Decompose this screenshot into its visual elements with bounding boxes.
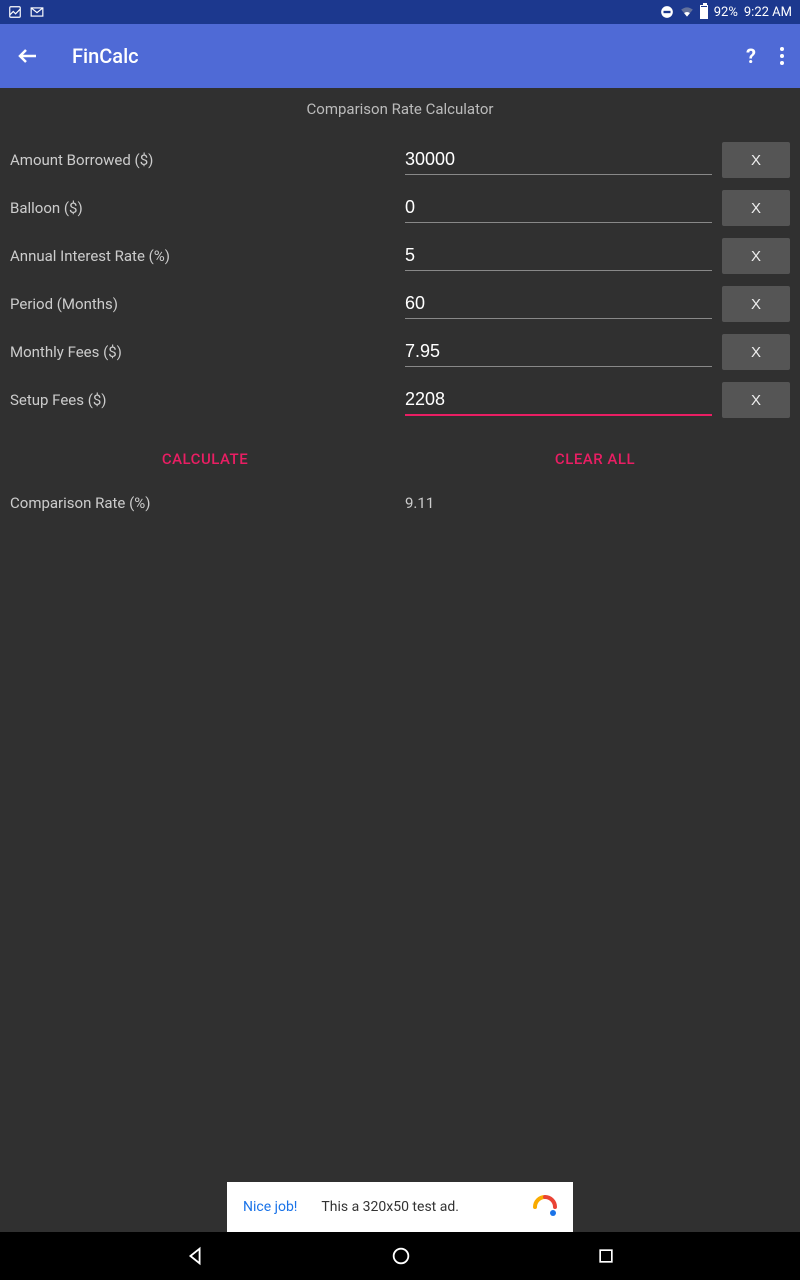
status-left [8,5,44,19]
app-title: FinCalc [72,44,746,68]
field-input[interactable] [405,337,712,367]
form-row: Annual Interest Rate (%) X [10,232,790,280]
navigation-bar [0,1232,800,1280]
ad-banner[interactable]: Nice job! This a 320x50 test ad. [227,1182,573,1232]
form-row: Balloon ($) X [10,184,790,232]
nav-recent-button[interactable] [596,1246,616,1266]
field-input[interactable] [405,385,712,416]
field-clear-button[interactable]: X [722,382,790,418]
field-clear-button[interactable]: X [722,286,790,322]
calculate-button[interactable]: CALCULATE [10,442,400,476]
action-row: CALCULATE CLEAR ALL [10,442,790,476]
field-input[interactable] [405,289,712,319]
field-label: Monthly Fees ($) [10,343,405,361]
field-input[interactable] [405,193,712,223]
dnd-icon [660,5,674,19]
help-button[interactable]: ? [746,44,756,68]
form-row: Monthly Fees ($) X [10,328,790,376]
field-clear-button[interactable]: X [722,190,790,226]
ad-headline: Nice job! [243,1199,297,1215]
clock: 9:22 AM [744,5,792,20]
field-label: Balloon ($) [10,199,405,217]
battery-icon [700,5,708,19]
overflow-menu-button[interactable] [780,47,784,65]
nav-home-button[interactable] [390,1245,412,1267]
nav-back-button[interactable] [184,1245,206,1267]
wifi-icon [680,5,694,19]
field-label: Annual Interest Rate (%) [10,247,405,265]
status-right: 92% 9:22 AM [660,5,792,20]
field-label: Setup Fees ($) [10,391,405,409]
page-title: Comparison Rate Calculator [10,100,790,118]
status-bar: 92% 9:22 AM [0,0,800,24]
battery-percent: 92% [714,5,738,20]
screenshot-icon [8,5,22,19]
field-input[interactable] [405,241,712,271]
app-bar: FinCalc ? [0,24,800,88]
result-value: 9.11 [405,494,434,512]
field-clear-button[interactable]: X [722,142,790,178]
content: Comparison Rate Calculator Amount Borrow… [0,88,800,524]
back-button[interactable] [16,44,40,68]
result-row: Comparison Rate (%) 9.11 [10,494,790,512]
admob-logo-icon [533,1195,557,1219]
field-clear-button[interactable]: X [722,238,790,274]
form-row: Setup Fees ($) X [10,376,790,424]
field-label: Amount Borrowed ($) [10,151,405,169]
ad-body: This a 320x50 test ad. [321,1199,533,1215]
form-row: Period (Months) X [10,280,790,328]
form-row: Amount Borrowed ($) X [10,136,790,184]
field-input[interactable] [405,145,712,175]
field-clear-button[interactable]: X [722,334,790,370]
result-label: Comparison Rate (%) [10,494,405,512]
mail-icon [30,5,44,19]
clear-all-button[interactable]: CLEAR ALL [400,442,790,476]
field-label: Period (Months) [10,295,405,313]
